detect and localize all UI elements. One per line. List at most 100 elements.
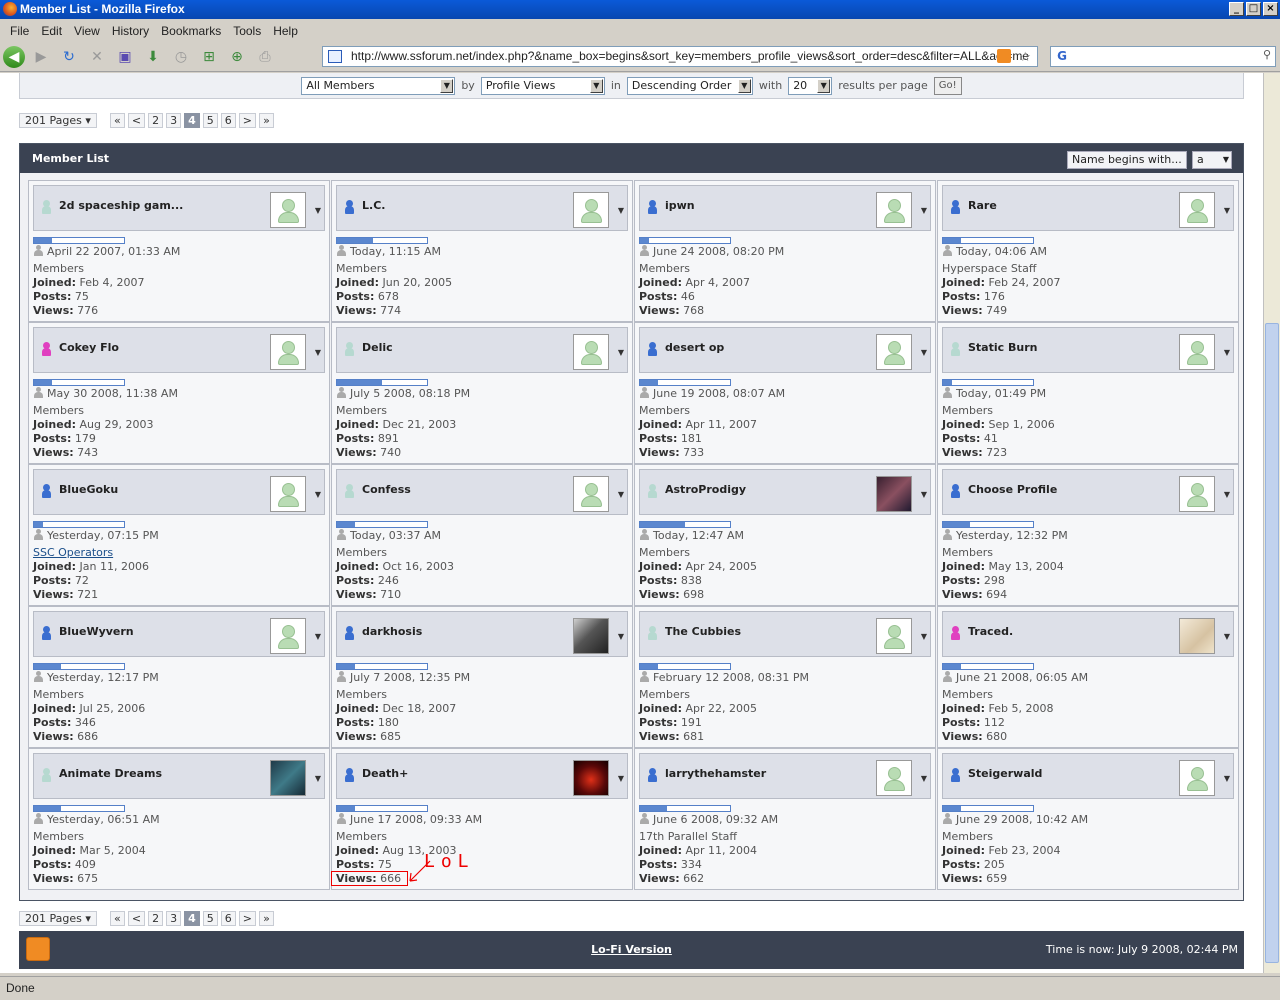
letter-select[interactable]: a ▼ (1192, 151, 1232, 169)
search-box[interactable]: G ⚲ (1050, 46, 1276, 67)
avatar[interactable] (1179, 334, 1215, 370)
close-button[interactable]: × (1263, 2, 1278, 16)
page-link[interactable]: 3 (166, 113, 182, 128)
chevron-down-icon[interactable]: ▼ (315, 348, 321, 357)
last-page-link[interactable]: » (258, 911, 274, 926)
per-page-select[interactable]: 20 ▼ (788, 76, 833, 95)
minimize-button[interactable]: _ (1229, 2, 1244, 16)
stop-button[interactable]: ✕ (85, 45, 109, 69)
first-page-link[interactable]: « (109, 113, 125, 128)
page-link[interactable]: 2 (148, 911, 164, 926)
avatar[interactable] (270, 334, 306, 370)
member-name-link[interactable]: AstroProdigy (665, 483, 746, 496)
avatar[interactable] (876, 760, 912, 796)
next-page-link[interactable]: > (238, 911, 256, 926)
member-name-link[interactable]: Confess (362, 483, 411, 496)
avatar[interactable] (1179, 618, 1215, 654)
prev-page-link[interactable]: < (127, 113, 146, 128)
menu-edit[interactable]: Edit (35, 24, 68, 38)
chevron-down-icon[interactable]: ▼ (618, 490, 624, 499)
chevron-down-icon[interactable]: ▼ (1224, 774, 1230, 783)
chevron-down-icon[interactable]: ▼ (1224, 632, 1230, 641)
avatar[interactable] (1179, 476, 1215, 512)
next-page-link[interactable]: > (238, 113, 256, 128)
chevron-down-icon[interactable]: ▼ (921, 348, 927, 357)
member-group-link[interactable]: SSC Operators (33, 546, 113, 559)
forward-button[interactable]: ▶ (29, 45, 53, 69)
member-name-link[interactable]: desert op (665, 341, 724, 354)
pages-dropdown[interactable]: 201 Pages ▾ (19, 113, 97, 128)
chevron-down-icon[interactable]: ▼ (618, 206, 624, 215)
group-select[interactable]: All Members ▼ (301, 76, 456, 95)
avatar[interactable] (573, 618, 609, 654)
menu-help[interactable]: Help (267, 24, 304, 38)
avatar[interactable] (573, 476, 609, 512)
scrollbar-thumb[interactable] (1265, 323, 1279, 963)
member-name-link[interactable]: Cokey Flo (59, 341, 119, 354)
member-name-link[interactable]: L.C. (362, 199, 385, 212)
member-name-link[interactable]: Choose Profile (968, 483, 1057, 496)
member-name-link[interactable]: The Cubbies (665, 625, 741, 638)
avatar[interactable] (876, 192, 912, 228)
chevron-down-icon[interactable]: ▼ (921, 774, 927, 783)
page-link[interactable]: 5 (202, 911, 218, 926)
chevron-down-icon[interactable]: ▼ (315, 490, 321, 499)
page-link[interactable]: 6 (220, 911, 236, 926)
member-name-link[interactable]: BlueGoku (59, 483, 118, 496)
menu-view[interactable]: View (68, 24, 106, 38)
member-name-link[interactable]: Steigerwald (968, 767, 1042, 780)
page-link[interactable]: 3 (166, 911, 182, 926)
avatar[interactable] (270, 192, 306, 228)
chevron-down-icon[interactable]: ▼ (315, 774, 321, 783)
chevron-down-icon[interactable]: ▼ (618, 348, 624, 357)
member-name-link[interactable]: Delic (362, 341, 393, 354)
member-name-link[interactable]: Static Burn (968, 341, 1037, 354)
member-name-link[interactable]: ipwn (665, 199, 695, 212)
menu-bookmarks[interactable]: Bookmarks (155, 24, 227, 38)
chevron-down-icon[interactable]: ▼ (618, 632, 624, 641)
avatar[interactable] (1179, 192, 1215, 228)
google-icon[interactable]: G (1053, 49, 1071, 64)
sort-key-select[interactable]: Profile Views ▼ (480, 76, 605, 95)
vertical-scrollbar[interactable] (1263, 73, 1280, 973)
address-bar[interactable]: http://www.ssforum.net/index.php?&name_b… (322, 46, 1038, 67)
chevron-down-icon[interactable]: ▼ (1224, 490, 1230, 499)
avatar[interactable] (876, 334, 912, 370)
avatar[interactable] (270, 618, 306, 654)
rss-feed-icon[interactable] (997, 49, 1011, 63)
history-icon[interactable]: ◷ (169, 45, 193, 69)
menu-history[interactable]: History (106, 24, 155, 38)
prev-page-link[interactable]: < (127, 911, 146, 926)
chevron-down-icon[interactable]: ▼ (315, 206, 321, 215)
avatar[interactable] (573, 334, 609, 370)
avatar[interactable] (573, 192, 609, 228)
maximize-button[interactable]: □ (1246, 2, 1261, 16)
avatar[interactable] (270, 760, 306, 796)
pages-dropdown[interactable]: 201 Pages ▾ (19, 911, 97, 926)
member-name-link[interactable]: Traced. (968, 625, 1013, 638)
print-icon[interactable]: ⎙ (253, 45, 277, 69)
member-name-link[interactable]: Death+ (362, 767, 408, 780)
new-tab-icon[interactable]: ⊞ (197, 45, 221, 69)
star-icon[interactable]: ☆ (1019, 47, 1031, 66)
menu-tools[interactable]: Tools (227, 24, 267, 38)
reload-button[interactable]: ↻ (57, 45, 81, 69)
member-name-link[interactable]: Animate Dreams (59, 767, 162, 780)
chevron-down-icon[interactable]: ▼ (921, 490, 927, 499)
download-icon[interactable]: ⬇ (141, 45, 165, 69)
first-page-link[interactable]: « (109, 911, 125, 926)
member-name-link[interactable]: BlueWyvern (59, 625, 134, 638)
chevron-down-icon[interactable]: ▼ (921, 632, 927, 641)
back-button[interactable]: ◀ (3, 45, 25, 68)
chevron-down-icon[interactable]: ▼ (921, 206, 927, 215)
member-name-link[interactable]: 2d spaceship gam... (59, 199, 183, 212)
go-button[interactable]: Go! (933, 76, 962, 95)
chevron-down-icon[interactable]: ▼ (315, 632, 321, 641)
member-name-link[interactable]: darkhosis (362, 625, 422, 638)
sort-order-select[interactable]: Descending Order ▼ (626, 76, 753, 95)
last-page-link[interactable]: » (258, 113, 274, 128)
page-link[interactable]: 6 (220, 113, 236, 128)
avatar[interactable] (876, 476, 912, 512)
avatar[interactable] (573, 760, 609, 796)
search-icon[interactable]: ⚲ (1263, 48, 1271, 61)
